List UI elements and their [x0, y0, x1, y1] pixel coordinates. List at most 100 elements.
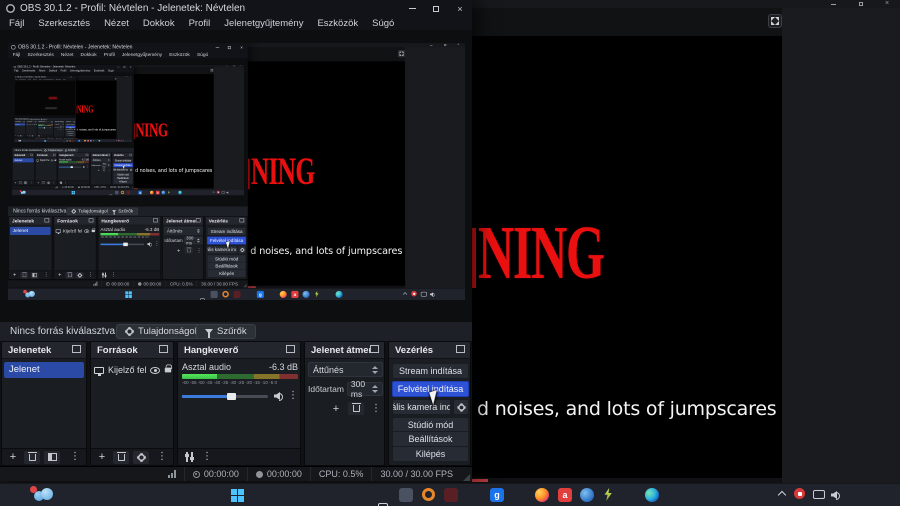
mixer-item-menu-button[interactable]: ⋮ — [288, 391, 298, 401]
meter-scale: -60 -55 -50 -45 -40 -35 -30 -25 -20 -15 … — [182, 380, 278, 386]
lock-icon[interactable] — [164, 364, 173, 373]
obs-logo-icon — [6, 4, 15, 13]
taskbar-icon-app-gray[interactable] — [399, 488, 413, 502]
desktop: × NING d noises, and lots of jumpscares … — [0, 0, 900, 506]
remove-scene-button[interactable] — [24, 450, 40, 464]
player-maximize-icon[interactable] — [859, 2, 863, 6]
mixer-panel-header[interactable]: Hangkeverő — [178, 342, 300, 359]
video-progress-bar[interactable] — [472, 479, 488, 482]
filters-button[interactable]: Szűrők — [196, 324, 256, 339]
scene-grid-mode-button[interactable] — [44, 450, 60, 464]
volume-slider[interactable] — [182, 392, 268, 400]
source-toolbar: Nincs forrás kiválasztva Tulajdonságok S… — [0, 322, 472, 341]
menu-file[interactable]: Fájl — [2, 18, 31, 29]
mixer-menu-button[interactable]: ⋮ — [200, 451, 214, 464]
tray-red-app-icon[interactable] — [794, 488, 805, 499]
duration-label: Időtartam — [308, 384, 344, 394]
audio-level-value: -6.3 dB — [268, 362, 298, 372]
player-close-icon[interactable]: × — [885, 0, 889, 7]
tray-speaker-icon[interactable] — [831, 491, 840, 500]
taskbar-icon-g-app[interactable]: g — [490, 488, 504, 502]
menu-docks[interactable]: Dokkok — [136, 18, 182, 29]
menu-profile[interactable]: Profil — [182, 18, 218, 29]
scenes-panel-header[interactable]: Jelenetek — [2, 342, 86, 359]
taskbar-icon-firefox[interactable] — [535, 488, 549, 502]
stream-icon — [192, 470, 200, 478]
player-top-strip — [472, 8, 782, 36]
transition-select[interactable]: Áttűnés — [308, 362, 383, 377]
start-streaming-button[interactable]: Stream indítása — [392, 363, 469, 379]
popout-icon[interactable] — [159, 345, 168, 353]
player-side-area — [782, 8, 900, 483]
tray-display-icon[interactable] — [813, 490, 825, 499]
taskbar-icon-globe-app[interactable] — [580, 488, 594, 502]
advanced-audio-button[interactable] — [182, 451, 196, 464]
maximize-button[interactable] — [424, 0, 448, 17]
taskbar-icon-lightning-app[interactable] — [604, 488, 612, 501]
settings-button[interactable]: Beállítások — [392, 431, 469, 447]
popout-icon[interactable] — [72, 345, 81, 353]
audio-mixer-panel: Hangkeverő Asztal audio -6.3 dB -60 -55 … — [177, 341, 301, 466]
record-time: 00:00:00 — [246, 467, 310, 481]
taskbar: 11°C Felhős g a 12:08 — [0, 483, 900, 506]
obs-statusbar: 00:00:00 00:00:00 CPU: 0.5% 30.00 / 30.0… — [0, 466, 472, 481]
remove-transition-button[interactable] — [348, 402, 364, 415]
exit-button[interactable]: Kilépés — [392, 446, 469, 462]
weather-icon[interactable] — [30, 486, 54, 501]
visibility-eye-icon[interactable] — [150, 366, 160, 374]
add-transition-button[interactable]: + — [329, 402, 343, 415]
transition-menu-button[interactable]: ⋮ — [369, 402, 383, 415]
properties-button[interactable]: Tulajdonságok — [116, 324, 209, 339]
menu-tools[interactable]: Eszközök — [310, 18, 365, 29]
video-area: NING d noises, and lots of jumpscares — [472, 36, 782, 478]
taskbar-icon-app-maroon[interactable] — [444, 488, 458, 502]
scene-transitions-panel: Jelenet átmene... Áttűnés Időtartam 300 … — [304, 341, 385, 466]
popout-icon[interactable] — [370, 345, 379, 353]
speaker-icon[interactable] — [274, 392, 283, 401]
add-source-button[interactable]: + — [95, 451, 109, 464]
resize-grip[interactable] — [463, 473, 470, 481]
start-virtual-camera-button[interactable]: ális kamera ind — [392, 399, 451, 415]
duration-spinbox[interactable]: 300 ms — [346, 379, 383, 399]
obs-titlebar[interactable]: OBS 30.1.2 - Profil: Névtelen - Jelenete… — [0, 0, 472, 17]
source-properties-button[interactable] — [133, 450, 149, 464]
scenes-panel: Jelenetek Jelenet + ⋮ — [1, 341, 87, 466]
transitions-panel-header[interactable]: Jelenet átmene... — [305, 342, 384, 359]
media-player-titlebar: × — [472, 0, 900, 8]
virtual-camera-settings-button[interactable] — [453, 399, 469, 415]
sources-panel-header[interactable]: Források — [91, 342, 173, 359]
sources-toolbar: + ⋮ — [91, 448, 173, 465]
dropped-frames-indicator — [160, 467, 184, 481]
menu-view[interactable]: Nézet — [97, 18, 136, 29]
taskbar-icon-app-orange[interactable] — [422, 488, 435, 501]
popout-icon[interactable] — [456, 345, 465, 353]
gear-icon — [456, 402, 466, 412]
menu-scene-collection[interactable]: Jelenetgyűjtemény — [217, 18, 310, 29]
warning-text-clipped-letter — [472, 228, 476, 288]
remove-source-button[interactable] — [113, 450, 129, 464]
monitor-icon — [94, 366, 104, 376]
fullscreen-toggle-icon[interactable] — [768, 14, 782, 28]
close-button[interactable]: × — [448, 0, 472, 17]
minimize-button[interactable] — [400, 0, 424, 17]
menu-help[interactable]: Súgó — [365, 18, 401, 29]
scene-item-selected[interactable]: Jelenet — [4, 362, 84, 378]
video-subtitle: d noises, and lots of jumpscares — [477, 398, 777, 420]
volume-slider-handle[interactable] — [226, 392, 236, 400]
tray-expand-chevron-icon[interactable] — [777, 490, 787, 500]
menu-edit[interactable]: Szerkesztés — [31, 18, 97, 29]
player-minimize-icon[interactable] — [831, 4, 836, 5]
sources-menu-button[interactable]: ⋮ — [155, 451, 169, 464]
add-scene-button[interactable]: + — [6, 451, 20, 464]
popout-icon[interactable] — [286, 345, 295, 353]
fps-indicator: 30.00 / 30.00 FPS — [371, 467, 461, 481]
start-button[interactable] — [231, 489, 244, 502]
sources-panel: Források Kijelző fel- + ⋮ — [90, 341, 174, 466]
source-item-display-capture[interactable]: Kijelző fel- — [94, 363, 173, 377]
taskbar-icon-edge[interactable] — [645, 488, 659, 502]
controls-panel-header[interactable]: Vezérlés — [389, 342, 470, 359]
taskbar-icon-a-app[interactable]: a — [558, 488, 572, 502]
preview-display-capture[interactable]: × NING d noises, and lots of jumpscares … — [8, 43, 465, 300]
scenes-menu-button[interactable]: ⋮ — [68, 451, 82, 464]
audio-track-label: Asztal audio — [182, 362, 232, 372]
